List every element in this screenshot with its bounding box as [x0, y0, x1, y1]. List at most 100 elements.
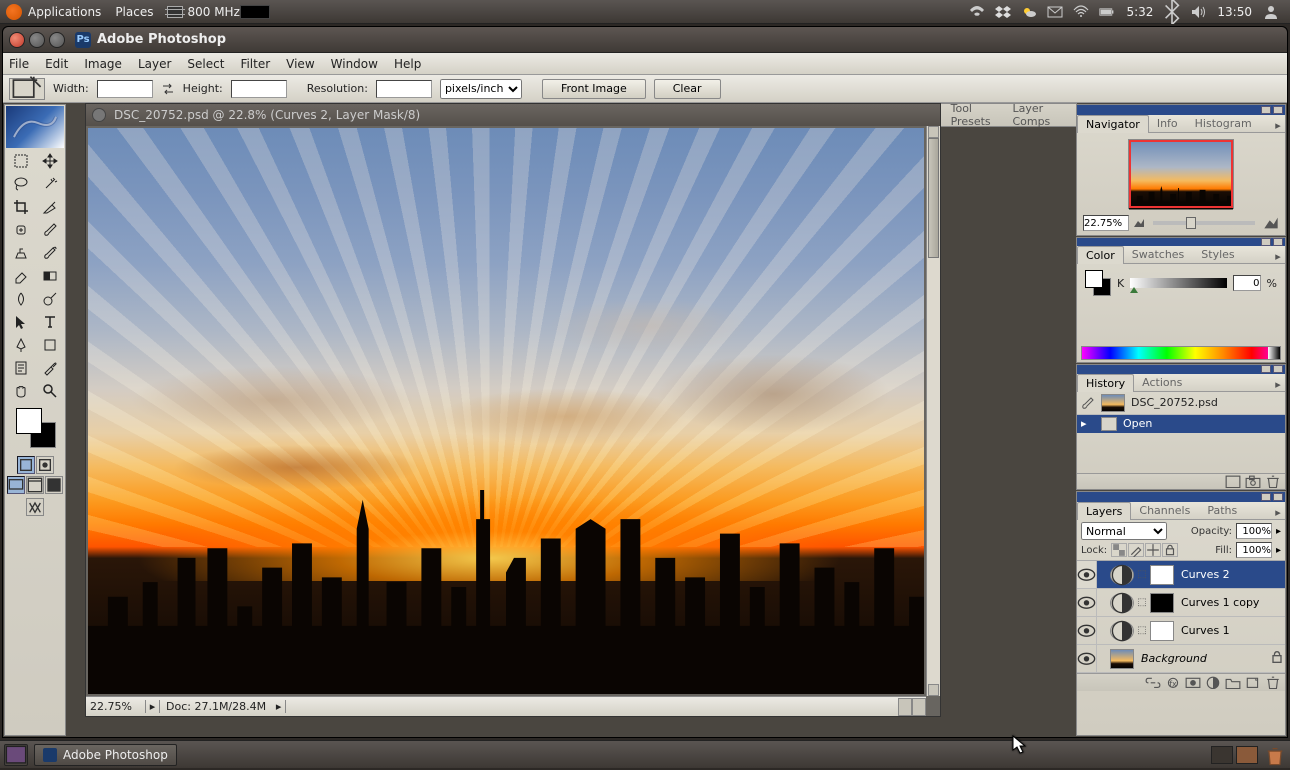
layer-style-icon[interactable]: fx	[1165, 676, 1181, 690]
layer-mask-thumb[interactable]	[1150, 593, 1174, 613]
panel-minimize-button[interactable]	[1261, 493, 1271, 501]
opacity-input[interactable]	[1236, 523, 1272, 539]
weather-icon[interactable]	[1021, 4, 1037, 20]
menu-edit[interactable]: Edit	[45, 57, 68, 71]
scroll-thumb[interactable]	[928, 138, 939, 258]
layer-mask-link-icon[interactable]: ⬚	[1137, 625, 1147, 636]
lock-all-icon[interactable]	[1162, 543, 1178, 557]
resolution-unit-select[interactable]: pixels/inch	[440, 79, 522, 99]
dropbox-icon[interactable]	[995, 4, 1011, 20]
layer-row[interactable]: ⬚ Curves 1 copy	[1077, 589, 1285, 617]
color-swatch-pair[interactable]	[1085, 270, 1111, 296]
menu-places[interactable]: Places	[115, 5, 153, 19]
notes-tool[interactable]	[7, 357, 35, 379]
healing-brush-tool[interactable]	[7, 219, 35, 241]
new-snapshot-icon[interactable]	[1245, 474, 1261, 488]
brush-tool[interactable]	[36, 219, 64, 241]
history-brush-tool[interactable]	[36, 242, 64, 264]
taskbar-task-photoshop[interactable]: Adobe Photoshop	[34, 744, 177, 766]
menu-image[interactable]: Image	[84, 57, 122, 71]
hand-tool[interactable]	[7, 380, 35, 402]
clear-button[interactable]: Clear	[654, 79, 721, 99]
info-tab[interactable]: Info	[1149, 115, 1187, 132]
panel-close-button[interactable]	[1273, 365, 1283, 373]
panel-close-button[interactable]	[1273, 493, 1283, 501]
styles-tab[interactable]: Styles	[1193, 246, 1243, 263]
eraser-tool[interactable]	[7, 265, 35, 287]
menu-select[interactable]: Select	[187, 57, 224, 71]
workspace-1[interactable]	[1211, 746, 1233, 764]
path-selection-tool[interactable]	[7, 311, 35, 333]
paths-tab[interactable]: Paths	[1199, 502, 1246, 519]
menu-layer[interactable]: Layer	[138, 57, 171, 71]
bluetooth-icon[interactable]	[1164, 4, 1180, 20]
layer-name[interactable]: Curves 2	[1177, 568, 1285, 581]
workspace-switcher[interactable]	[1211, 746, 1258, 764]
layer-name[interactable]: Curves 1 copy	[1177, 596, 1285, 609]
navigator-thumbnail[interactable]	[1128, 139, 1234, 209]
panel-close-button[interactable]	[1273, 238, 1283, 246]
menu-file[interactable]: File	[9, 57, 29, 71]
document-titlebar[interactable]: DSC_20752.psd @ 22.8% (Curves 2, Layer M…	[86, 104, 940, 126]
scroll-down-button[interactable]	[928, 684, 939, 696]
status-zoom[interactable]: 22.75%	[86, 700, 146, 713]
front-image-button[interactable]: Front Image	[542, 79, 646, 99]
layer-mask-thumb[interactable]	[1150, 565, 1174, 585]
lasso-tool[interactable]	[7, 173, 35, 195]
network-wifi-icon[interactable]	[969, 4, 985, 20]
history-grip[interactable]	[1077, 365, 1285, 374]
show-desktop-button[interactable]	[4, 744, 28, 766]
fill-arrow-icon[interactable]: ▸	[1276, 545, 1281, 556]
window-close-button[interactable]	[9, 32, 25, 48]
fill-input[interactable]	[1236, 542, 1272, 558]
document-canvas[interactable]	[88, 128, 924, 694]
height-input[interactable]	[231, 80, 287, 98]
blur-tool[interactable]	[7, 288, 35, 310]
magic-wand-tool[interactable]	[36, 173, 64, 195]
lock-pixels-icon[interactable]	[1128, 543, 1144, 557]
color-spectrum[interactable]	[1081, 346, 1281, 360]
layer-mask-icon[interactable]	[1185, 676, 1201, 690]
link-layers-icon[interactable]	[1145, 676, 1161, 690]
status-info-arrow[interactable]: ▸	[272, 700, 286, 713]
color-k-input[interactable]	[1233, 275, 1261, 291]
layer-mask-thumb[interactable]	[1150, 621, 1174, 641]
trash-icon[interactable]	[1264, 745, 1286, 765]
marquee-tool[interactable]	[7, 150, 35, 172]
shape-tool[interactable]	[36, 334, 64, 356]
menu-applications[interactable]: Applications	[28, 5, 101, 19]
volume-icon[interactable]	[1190, 4, 1206, 20]
move-tool[interactable]	[36, 150, 64, 172]
swatches-tab[interactable]: Swatches	[1124, 246, 1194, 263]
battery-icon[interactable]	[1099, 4, 1115, 20]
panel-minimize-button[interactable]	[1261, 238, 1271, 246]
color-swatches[interactable]	[16, 408, 56, 448]
panel-minimize-button[interactable]	[1261, 365, 1271, 373]
layer-visibility-icon[interactable]	[1077, 617, 1097, 644]
history-tab[interactable]: History	[1077, 374, 1134, 392]
menu-view[interactable]: View	[286, 57, 314, 71]
hscroll-left-button[interactable]	[898, 698, 912, 716]
layer-row[interactable]: Background	[1077, 645, 1285, 673]
crop-tool[interactable]	[7, 196, 35, 218]
layers-grip[interactable]	[1077, 492, 1285, 502]
history-brush-source-icon[interactable]	[1081, 396, 1095, 410]
imageready-button[interactable]	[26, 498, 44, 516]
layer-name[interactable]: Curves 1	[1177, 624, 1285, 637]
actions-tab[interactable]: Actions	[1134, 374, 1191, 391]
navigator-tab[interactable]: Navigator	[1077, 115, 1149, 133]
layers-tab[interactable]: Layers	[1077, 502, 1131, 520]
lock-transparency-icon[interactable]	[1111, 543, 1127, 557]
pen-tool[interactable]	[7, 334, 35, 356]
document-close-button[interactable]	[92, 108, 106, 122]
new-layer-icon[interactable]	[1245, 676, 1261, 690]
layer-visibility-icon[interactable]	[1077, 645, 1097, 672]
menu-window[interactable]: Window	[331, 57, 378, 71]
clone-stamp-tool[interactable]	[7, 242, 35, 264]
screen-standard-button[interactable]	[7, 476, 25, 494]
dodge-tool[interactable]	[36, 288, 64, 310]
wifi-signal-icon[interactable]	[1073, 4, 1089, 20]
screen-full-menubar-button[interactable]	[26, 476, 44, 494]
workspace-2[interactable]	[1236, 746, 1258, 764]
histogram-tab[interactable]: Histogram	[1187, 115, 1261, 132]
